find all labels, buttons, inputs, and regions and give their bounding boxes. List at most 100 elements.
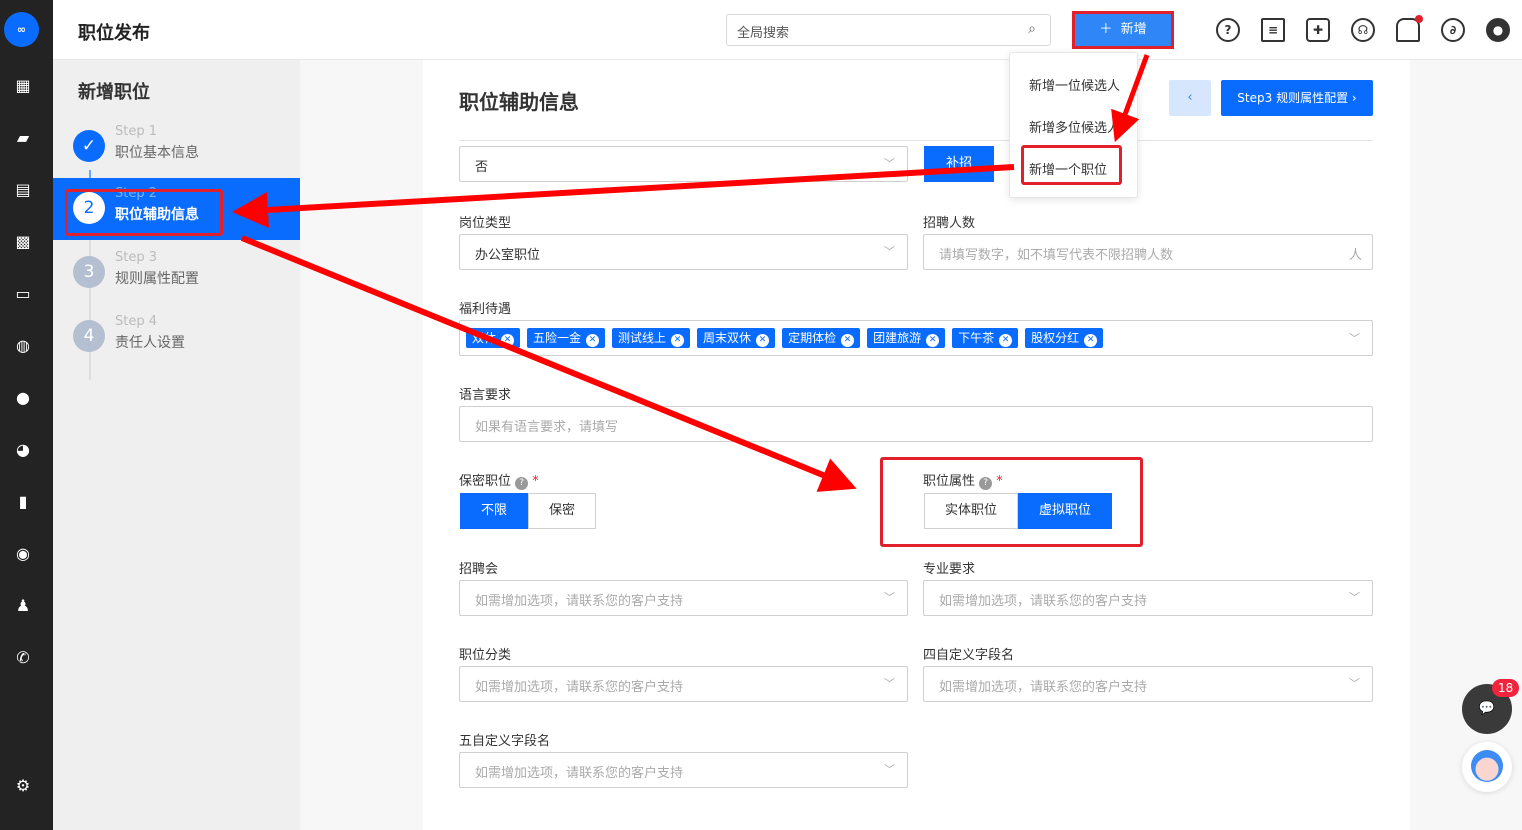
chevron-down-icon: ﹀	[1349, 591, 1360, 604]
settings-icon[interactable]: ⚙	[12, 775, 34, 797]
language-input[interactable]: 如果有语言要求，请填写	[459, 406, 1373, 442]
briefcase-icon[interactable]: ▰	[12, 127, 34, 149]
step-number: Step 1	[115, 124, 158, 139]
benefit-tag: 下午茶 ✕	[952, 328, 1019, 348]
assistant-avatar[interactable]	[1462, 742, 1512, 792]
job-fair-label: 招聘会	[459, 562, 499, 577]
step-label: 责任人设置	[115, 335, 185, 351]
headcount-placeholder: 请填写数字，如不填写代表不限招聘人数	[939, 248, 1174, 263]
document-icon[interactable]: ≡	[1261, 18, 1285, 42]
global-search-input[interactable]: 全局搜索 ⌕	[726, 14, 1051, 46]
divider	[459, 140, 1373, 141]
remove-tag-icon[interactable]: ✕	[586, 334, 600, 347]
chevron-down-icon: ﹀	[1349, 332, 1360, 345]
dashboard-icon[interactable]: ▦	[12, 75, 34, 97]
chat-badge: 18	[1492, 679, 1520, 697]
search-placeholder: 全局搜索	[737, 26, 790, 41]
nav-rail: ∞ ▦ ▰ ▤ ▩ ▭ ◍ ● ◕ ▮ ◉ ♟ ✆ ⚙	[0, 0, 53, 830]
unit-label: 人	[1348, 248, 1362, 263]
secret-option-confidential[interactable]: 保密	[528, 493, 597, 529]
bell-icon[interactable]	[1396, 15, 1423, 42]
logo[interactable]: ∞	[4, 12, 39, 47]
major-label: 专业要求	[923, 562, 976, 577]
replenish-select[interactable]: 否 ﹀	[459, 146, 908, 182]
chevron-down-icon: ﹀	[884, 677, 895, 690]
step-number: Step 4	[115, 314, 158, 329]
step-number: Step 3	[115, 250, 158, 265]
plus-icon: ＋	[1099, 22, 1113, 37]
replenish-button[interactable]: 补招	[924, 146, 994, 182]
step-circle: 3	[73, 256, 105, 288]
check-icon: ✓	[73, 130, 105, 162]
chevron-down-icon: ﹀	[1349, 677, 1360, 690]
benefit-tag: 团建旅游 ✕	[867, 328, 946, 348]
major-select[interactable]: 如需增加选项，请联系您的客户支持 ﹀	[923, 580, 1373, 616]
chat-icon: 💬	[1478, 701, 1496, 716]
add-button[interactable]: ＋ 新增	[1072, 11, 1174, 49]
users-icon[interactable]: ♟	[12, 595, 34, 617]
benefit-tag: 股权分红 ✕	[1025, 328, 1104, 348]
phone-icon[interactable]: ✆	[12, 647, 34, 669]
headcount-label: 招聘人数	[923, 216, 976, 231]
annotation-box	[65, 189, 223, 236]
search-icon[interactable]: ⌕	[1028, 21, 1036, 37]
menu-item-add-candidate[interactable]: 新增一位候选人	[1029, 75, 1120, 94]
step-label: 规则属性配置	[115, 271, 199, 287]
calendar-icon[interactable]: ▩	[12, 231, 34, 253]
custom4-select[interactable]: 如需增加选项，请联系您的客户支持 ﹀	[923, 666, 1373, 702]
next-step-button[interactable]: Step3 规则属性配置 ›	[1221, 80, 1373, 116]
category-label: 职位分类	[459, 648, 512, 663]
step-3[interactable]: 3 Step 3 规则属性配置	[53, 242, 300, 304]
link-icon[interactable]: ∂	[1441, 18, 1465, 42]
chevron-down-icon: ﹀	[884, 591, 895, 604]
benefit-tag: 测试线上 ✕	[612, 328, 691, 348]
menu-item-add-candidates[interactable]: 新增多位候选人	[1029, 117, 1120, 136]
category-select[interactable]: 如需增加选项，请联系您的客户支持 ﹀	[459, 666, 908, 702]
annotation-box	[1021, 145, 1122, 185]
annotation-box	[880, 457, 1143, 547]
help-icon[interactable]: ?	[1216, 18, 1240, 42]
resume-icon[interactable]: ▤	[12, 179, 34, 201]
remove-tag-icon[interactable]: ✕	[671, 334, 685, 347]
id-card-icon[interactable]: ▭	[12, 283, 34, 305]
puzzle-icon[interactable]: ✚	[1306, 18, 1330, 42]
post-type-label: 岗位类型	[459, 216, 512, 231]
pie-chart-icon[interactable]: ◕	[12, 439, 34, 461]
benefit-tag: 周末双休 ✕	[697, 328, 776, 348]
secret-label: 保密职位 ? *	[459, 474, 539, 490]
chevron-down-icon: ﹀	[884, 245, 895, 258]
job-fair-select[interactable]: 如需增加选项，请联系您的客户支持 ﹀	[459, 580, 908, 616]
remove-tag-icon[interactable]: ✕	[501, 334, 515, 347]
add-label: 新增	[1120, 22, 1147, 37]
secret-option-unlimited[interactable]: 不限	[460, 493, 529, 529]
thumbs-up-icon[interactable]: ●	[12, 387, 34, 409]
form-card: 职位辅助信息 ‹ Step3 规则属性配置 › 否 ﹀ 补招 岗位类型 办公室职位…	[423, 60, 1410, 830]
benefits-select[interactable]: 双休 ✕ 五险一金 ✕ 测试线上 ✕ 周末双休 ✕ 定期体检 ✕ 团建旅游 ✕ 下午茶 ✕ 股权分红 ✕ ﹀	[459, 320, 1373, 356]
user-circle-icon[interactable]: ◉	[12, 543, 34, 565]
bar-chart-icon[interactable]: ▮	[12, 491, 34, 513]
step-1[interactable]: ✓ Step 1 职位基本信息	[53, 116, 300, 178]
secret-toggle: 不限 保密	[460, 493, 597, 529]
chevron-down-icon: ﹀	[884, 157, 895, 170]
head-icon[interactable]: ☊	[1351, 18, 1375, 42]
help-icon: ?	[515, 477, 529, 490]
benefit-tag: 五险一金 ✕	[527, 328, 606, 348]
remove-tag-icon[interactable]: ✕	[841, 334, 855, 347]
custom5-select[interactable]: 如需增加选项，请联系您的客户支持 ﹀	[459, 752, 908, 788]
headcount-input[interactable]: 请填写数字，如不填写代表不限招聘人数 人	[923, 234, 1373, 270]
form-title: 职位辅助信息	[459, 90, 579, 114]
prev-step-button[interactable]: ‹	[1169, 80, 1211, 116]
remove-tag-icon[interactable]: ✕	[756, 334, 770, 347]
page-title: 职位发布	[78, 23, 150, 44]
language-label: 语言要求	[459, 388, 512, 403]
step-4[interactable]: 4 Step 4 责任人设置	[53, 306, 300, 368]
user-icon[interactable]: ●	[1486, 18, 1510, 42]
post-type-select[interactable]: 办公室职位 ﹀	[459, 234, 908, 270]
remove-tag-icon[interactable]: ✕	[1084, 334, 1098, 347]
top-header: 职位发布 全局搜索 ⌕ ＋ 新增 ? ≡ ✚ ☊ ∂ ●	[53, 0, 1522, 60]
remove-tag-icon[interactable]: ✕	[926, 334, 940, 347]
remove-tag-icon[interactable]: ✕	[999, 334, 1013, 347]
chevron-down-icon: ﹀	[884, 763, 895, 776]
custom4-label: 四自定义字段名	[923, 648, 1015, 663]
wechat-icon[interactable]: ◍	[12, 335, 34, 357]
